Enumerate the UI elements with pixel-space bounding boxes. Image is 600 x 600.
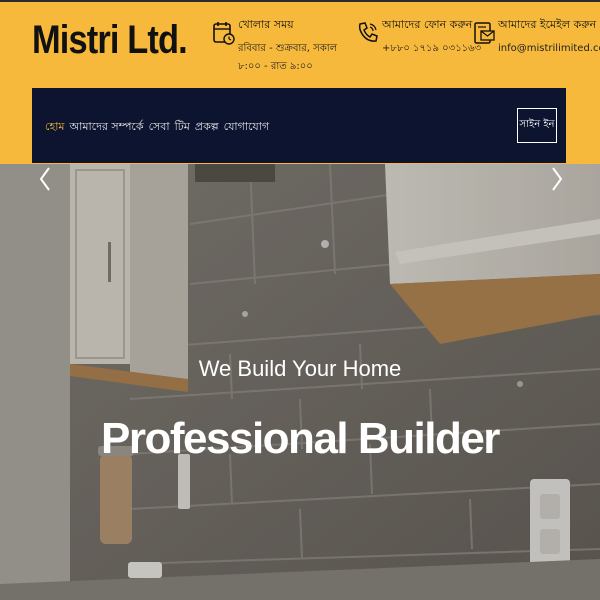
site-logo[interactable]: Mistri Ltd.: [32, 18, 188, 63]
phone-hand-icon: [358, 22, 378, 42]
nav-item-home[interactable]: হোম: [45, 118, 65, 137]
email-address[interactable]: info@mistrilimited.com: [498, 40, 600, 58]
chevron-right-icon[interactable]: [546, 164, 566, 194]
phone-info: আমাদের ফোন করুন +৮৮০ ১৭১৯ ০৩১১৬৩: [356, 14, 481, 74]
email-info: আমাদের ইমেইল করুন info@mistrilimited.com: [472, 14, 600, 74]
hero-slider: We Build Your Home Professional Builder: [0, 164, 600, 600]
sign-in-button[interactable]: সাইন ইন: [517, 108, 557, 143]
nav-item-services[interactable]: সেবা: [149, 118, 170, 137]
opening-hours-info: খোলার সময় রবিবার - শুক্রবার, সকাল ৮:০০ …: [212, 14, 352, 74]
hero-subtitle: We Build Your Home: [198, 356, 402, 381]
top-border: [0, 0, 600, 2]
calendar-clock-icon: [213, 22, 235, 45]
hours-detail: রবিবার - শুক্রবার, সকাল ৮:০০ - রাত ৯:০০: [238, 43, 338, 72]
nav-item-team[interactable]: টিম: [175, 118, 190, 137]
hero-overlay: [0, 164, 600, 600]
hours-title: খোলার সময়: [238, 18, 294, 31]
main-navbar: হোম আমাদের সম্পর্কে সেবা টিম প্রকল্প যোগ…: [32, 88, 566, 163]
email-title: আমাদের ইমেইল করুন: [498, 18, 597, 31]
nav-menu: হোম আমাদের সম্পর্কে সেবা টিম প্রকল্প যোগ…: [45, 118, 269, 137]
email-card-icon: [474, 22, 495, 44]
phone-title: আমাদের ফোন করুন: [382, 18, 473, 31]
chevron-left-icon[interactable]: [36, 164, 56, 194]
nav-item-projects[interactable]: প্রকল্প: [195, 118, 219, 137]
hero-headline: Professional Builder: [101, 414, 500, 463]
nav-item-about[interactable]: আমাদের সম্পর্কে: [70, 118, 144, 137]
nav-item-contact[interactable]: যোগাযোগ: [224, 118, 270, 137]
